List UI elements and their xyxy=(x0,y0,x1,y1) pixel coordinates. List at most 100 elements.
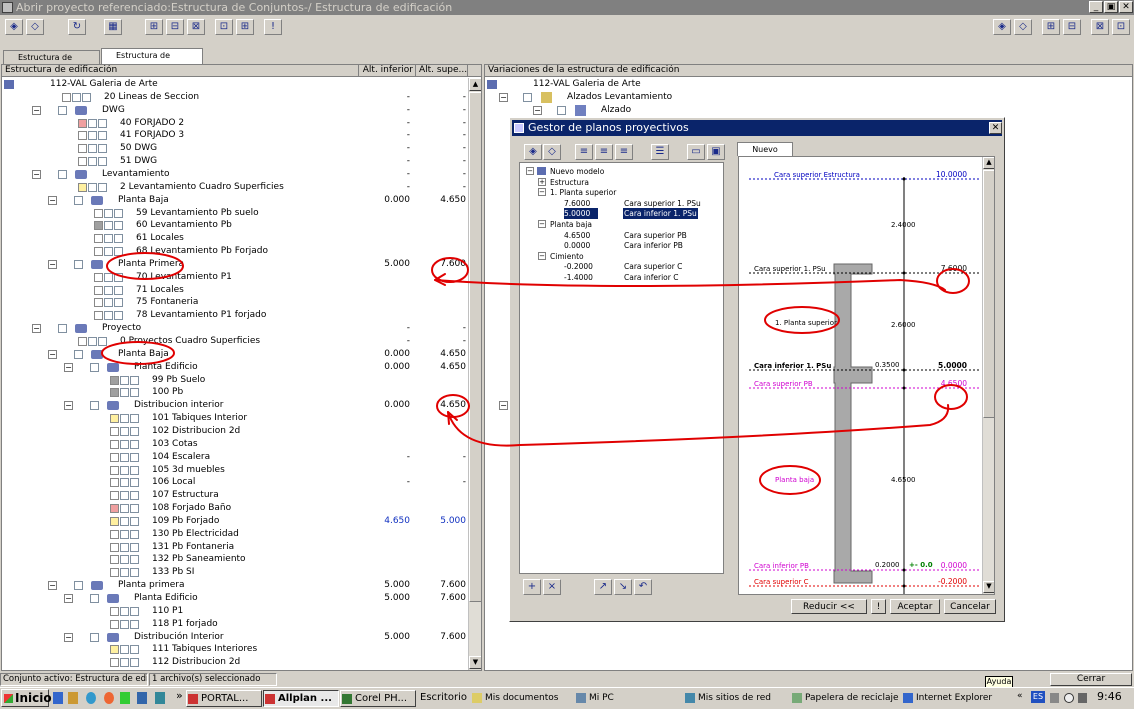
tray-icon-2[interactable] xyxy=(1064,693,1074,703)
toolbar-select-icon[interactable]: ▦ xyxy=(104,19,122,35)
tree-row[interactable]: 106 Local - - xyxy=(2,476,468,489)
maximize-button[interactable]: ▣ xyxy=(1104,1,1118,13)
expand-toggle[interactable]: + xyxy=(538,177,546,186)
tab-nuevo-modelo[interactable]: Nuevo modelo xyxy=(737,142,793,167)
dlg-remove-model-icon[interactable]: × xyxy=(543,579,561,595)
dlg-move-down-icon[interactable]: ↘ xyxy=(614,579,632,595)
checkbox[interactable] xyxy=(130,529,139,539)
checkbox[interactable] xyxy=(120,491,129,501)
collapse-box[interactable]: − xyxy=(499,401,508,410)
checkbox[interactable] xyxy=(130,452,139,462)
toolbar-info-icon[interactable]: ! xyxy=(264,19,282,35)
checkbox[interactable] xyxy=(130,439,139,449)
checkbox[interactable] xyxy=(58,324,67,334)
taskbar-item[interactable]: Mi PC xyxy=(575,690,635,707)
dlg-save-icon[interactable]: ▣ xyxy=(707,144,725,160)
checkbox[interactable] xyxy=(114,247,123,257)
checkbox[interactable] xyxy=(120,606,129,616)
checkbox[interactable] xyxy=(98,182,107,192)
checkbox[interactable] xyxy=(120,504,129,514)
checkbox[interactable] xyxy=(114,221,123,231)
tree-row[interactable]: − Planta primera 5.000 7.600 xyxy=(2,579,468,592)
aceptar-button[interactable]: Aceptar xyxy=(890,599,940,614)
level-tree-row[interactable]: 7.6000 Cara superior 1. PSu xyxy=(520,198,723,209)
variation-row[interactable]: − Alzados Levantamiento xyxy=(485,91,1125,104)
scroll-thumb[interactable] xyxy=(469,92,481,602)
tree-row[interactable]: 78 Levantamiento P1 forjado xyxy=(2,309,468,322)
tree-row[interactable]: 112-VAL Galeria de Arte xyxy=(2,78,468,91)
checkbox[interactable] xyxy=(104,234,113,244)
checkbox[interactable] xyxy=(104,247,113,257)
expand-toggle[interactable]: − xyxy=(64,594,73,603)
left-scrollbar[interactable]: ▲ ▼ xyxy=(468,78,481,670)
col-header-superior[interactable]: Alt. supe... xyxy=(416,65,468,77)
tree-row[interactable]: − DWG - - xyxy=(2,104,468,117)
level-tree-row[interactable]: -0.2000 Cara superior C xyxy=(520,261,723,272)
dlg-edit-level-icon[interactable]: ≡ xyxy=(595,144,613,160)
checkbox[interactable] xyxy=(88,118,97,128)
expand-toggle[interactable]: − xyxy=(32,105,41,115)
checkbox[interactable] xyxy=(120,452,129,462)
checkbox[interactable] xyxy=(114,285,123,295)
checkbox[interactable] xyxy=(130,606,139,616)
dlg-undo-icon[interactable]: ↶ xyxy=(634,579,652,595)
tree-row[interactable]: 130 Pb Electricidad xyxy=(2,528,468,541)
taskbar-item[interactable]: Papelera de reciclaje xyxy=(791,690,901,707)
tree-row[interactable]: 75 Fontaneria xyxy=(2,296,468,309)
checkbox[interactable] xyxy=(130,542,139,552)
level-tree-row[interactable]: 4.6500 Cara superior PB xyxy=(520,230,723,241)
checkbox[interactable] xyxy=(120,439,129,449)
checkbox[interactable] xyxy=(130,568,139,578)
checkbox[interactable] xyxy=(130,645,139,655)
toolbar-tree3-icon[interactable]: ⊠ xyxy=(187,19,205,35)
level-tree-row[interactable]: 5.0000 Cara inferior 1. PSu xyxy=(520,208,723,220)
tree-row[interactable]: 59 Levantamiento Pb suelo xyxy=(2,207,468,220)
checkbox[interactable] xyxy=(58,169,67,179)
level-tree-row[interactable]: + Estructura xyxy=(520,177,723,188)
checkbox[interactable] xyxy=(130,516,139,526)
checkbox[interactable] xyxy=(114,272,123,282)
tree-row[interactable]: 109 Pb Forjado 4.650 5.000 xyxy=(2,515,468,528)
checkbox[interactable] xyxy=(114,208,123,218)
checkbox[interactable] xyxy=(114,311,123,321)
checkbox[interactable] xyxy=(120,426,129,436)
checkbox[interactable] xyxy=(130,619,139,629)
tree-row[interactable]: 101 Tabiques Interior xyxy=(2,412,468,425)
checkbox[interactable] xyxy=(120,465,129,475)
dlg-delete-level-icon[interactable]: ≡ xyxy=(615,144,633,160)
level-tree-row[interactable]: 0.0000 Cara inferior PB xyxy=(520,240,723,251)
tree-row[interactable]: 61 Locales xyxy=(2,232,468,245)
tree-row[interactable]: 107 Estructura xyxy=(2,489,468,502)
tree-row[interactable]: 60 Levantamiento Pb xyxy=(2,219,468,232)
level-tree-row[interactable]: -1.4000 Cara inferior C xyxy=(520,272,723,283)
checkbox[interactable] xyxy=(130,555,139,565)
tab-estructura-edificacion[interactable]: Estructura de edificación xyxy=(101,48,203,73)
tree-row[interactable]: − Proyecto - - xyxy=(2,322,468,335)
tree-row[interactable]: − Planta Edificio 0.000 4.650 xyxy=(2,361,468,374)
checkbox[interactable] xyxy=(98,131,107,141)
more-tasks-icon[interactable]: » xyxy=(176,689,183,702)
toolbar-tree2-icon[interactable]: ⊟ xyxy=(166,19,184,35)
checkbox[interactable] xyxy=(114,298,123,308)
checkbox[interactable] xyxy=(120,555,129,565)
tree-row[interactable]: 104 Escalera - - xyxy=(2,451,468,464)
level-tree-row[interactable]: − Nuevo modelo xyxy=(520,166,723,177)
tree-row[interactable]: 40 FORJADO 2 - - xyxy=(2,117,468,130)
checkbox[interactable] xyxy=(130,414,139,424)
level-tree-row[interactable]: −1. Planta superior xyxy=(520,187,723,198)
drawing-scrollbar[interactable]: ▲ ▼ xyxy=(982,157,994,594)
quicklaunch-icon-6[interactable] xyxy=(137,692,147,704)
checkbox[interactable] xyxy=(98,337,107,346)
tree-row[interactable]: − Planta Baja 0.000 4.650 xyxy=(2,194,468,207)
expand-toggle[interactable]: − xyxy=(538,251,546,260)
checkbox[interactable] xyxy=(130,388,139,398)
toolbar-tree-right3-icon[interactable]: ⊠ xyxy=(1091,19,1109,35)
tree-row[interactable]: 112 Distribucion 2d xyxy=(2,656,468,669)
tree-row[interactable]: 20 Lineas de Seccion - - xyxy=(2,91,468,104)
checkbox[interactable] xyxy=(120,658,129,668)
toolbar-tag-right-icon[interactable]: ◈ xyxy=(993,19,1011,35)
tree-row[interactable]: 103 Cotas xyxy=(2,438,468,451)
level-tree-row[interactable]: − Planta baja xyxy=(520,219,723,230)
dlg-move-up-icon[interactable]: ↗ xyxy=(594,579,612,595)
toolbar-tree1-icon[interactable]: ⊞ xyxy=(145,19,163,35)
